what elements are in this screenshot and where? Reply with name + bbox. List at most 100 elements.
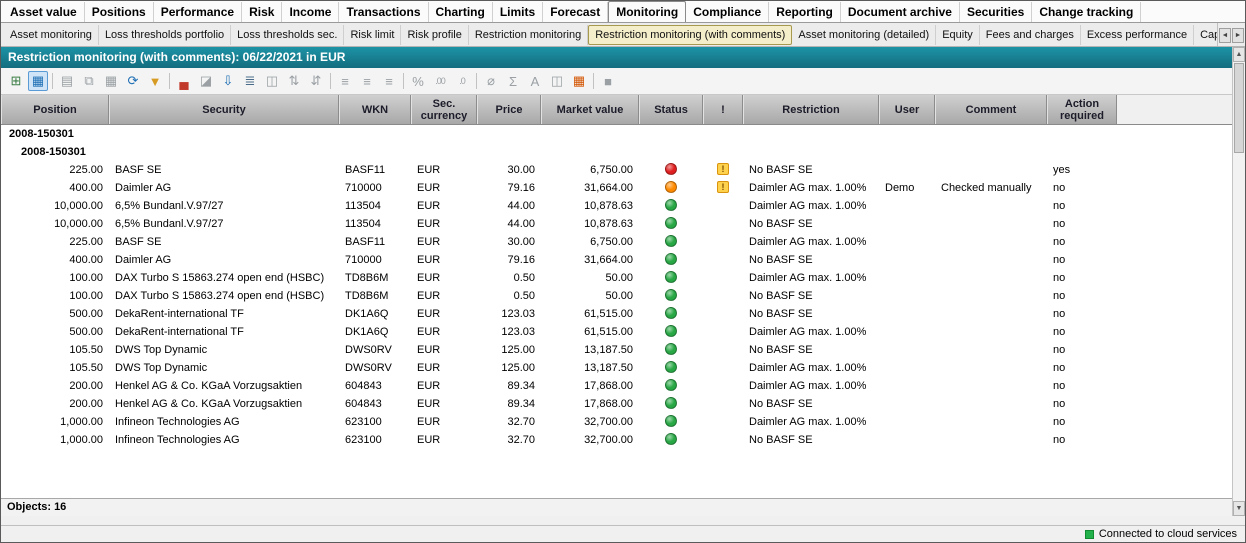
- column-header-comment[interactable]: Comment: [935, 95, 1047, 124]
- zero-values-icon[interactable]: ⌀: [481, 71, 501, 91]
- sort-desc-icon[interactable]: ⇵: [306, 71, 326, 91]
- area-chart-icon[interactable]: ◪: [196, 71, 216, 91]
- column-header-currency[interactable]: Sec. currency: [411, 95, 477, 124]
- sub-tab-loss-thresholds-sec[interactable]: Loss thresholds sec.: [231, 25, 344, 45]
- cell-currency: EUR: [411, 215, 477, 233]
- sub-tab-restriction-monitoring-with-comments[interactable]: Restriction monitoring (with comments): [588, 25, 792, 45]
- cell-action: no: [1047, 395, 1117, 413]
- cell-restriction: Daimler AG max. 1.00%: [743, 377, 879, 395]
- sub-tab-risk-profile[interactable]: Risk profile: [401, 25, 468, 45]
- table-row[interactable]: 1,000.00Infineon Technologies AG623100EU…: [1, 413, 1232, 431]
- vertical-scrollbar[interactable]: ▲ ▼: [1232, 47, 1245, 516]
- tab-forecast[interactable]: Forecast: [543, 2, 608, 22]
- tab-charting[interactable]: Charting: [429, 2, 493, 22]
- tab-transactions[interactable]: Transactions: [339, 2, 428, 22]
- column-header-market_value[interactable]: Market value: [541, 95, 639, 124]
- scroll-down-icon[interactable]: ▼: [1233, 501, 1245, 516]
- table-row[interactable]: 10,000.006,5% Bundanl.V.97/27113504EUR44…: [1, 197, 1232, 215]
- table-row[interactable]: 400.00Daimler AG710000EUR79.1631,664.00!…: [1, 179, 1232, 197]
- freeze-pane-icon[interactable]: ◫: [547, 71, 567, 91]
- refresh-icon[interactable]: ⟳: [123, 71, 143, 91]
- column-header-warning[interactable]: !: [703, 95, 743, 124]
- sub-tab-asset-monitoring[interactable]: Asset monitoring: [4, 25, 99, 45]
- tab-securities[interactable]: Securities: [960, 2, 1032, 22]
- status-green-indicator-icon: [665, 235, 677, 247]
- sub-tab-fees-and-charges[interactable]: Fees and charges: [980, 25, 1081, 45]
- table-row[interactable]: 10,000.006,5% Bundanl.V.97/27113504EUR44…: [1, 215, 1232, 233]
- column-header-price[interactable]: Price: [477, 95, 541, 124]
- decimal-decrease-icon[interactable]: .0: [452, 71, 472, 91]
- table-row[interactable]: 500.00DekaRent-international TFDK1A6QEUR…: [1, 323, 1232, 341]
- tab-reporting[interactable]: Reporting: [769, 2, 841, 22]
- scrollbar-thumb[interactable]: [1234, 63, 1244, 153]
- column-header-position[interactable]: Position: [1, 95, 109, 124]
- column-header-status[interactable]: Status: [639, 95, 703, 124]
- table-row[interactable]: 105.50DWS Top DynamicDWS0RVEUR125.0013,1…: [1, 359, 1232, 377]
- sub-tab-scroll-left-icon[interactable]: ◄: [1219, 28, 1231, 43]
- cell-user: [879, 287, 935, 305]
- sub-tab-equity[interactable]: Equity: [936, 25, 980, 45]
- export-grid-icon[interactable]: ▤: [57, 71, 77, 91]
- tab-risk[interactable]: Risk: [242, 2, 282, 22]
- chart-view-icon[interactable]: ▦: [28, 71, 48, 91]
- sub-tab-scroll-right-icon[interactable]: ►: [1232, 28, 1244, 43]
- column-header-security[interactable]: Security: [109, 95, 339, 124]
- sub-tab-loss-thresholds-portfolio[interactable]: Loss thresholds portfolio: [99, 25, 231, 45]
- copy-grid-icon[interactable]: ⧉: [79, 71, 99, 91]
- table-row[interactable]: 100.00DAX Turbo S 15863.274 open end (HS…: [1, 269, 1232, 287]
- tab-monitoring[interactable]: Monitoring: [608, 1, 686, 23]
- table-row[interactable]: 225.00BASF SEBASF11EUR30.006,750.00Daiml…: [1, 233, 1232, 251]
- cell-position: 100.00: [1, 287, 109, 305]
- bar-chart-icon[interactable]: ▄: [174, 71, 194, 91]
- tab-change-tracking[interactable]: Change tracking: [1032, 2, 1141, 22]
- scrollbar-track[interactable]: [1233, 154, 1245, 501]
- tab-asset-value[interactable]: Asset value: [3, 2, 85, 22]
- calendar-icon[interactable]: ▦: [101, 71, 121, 91]
- filter-edit-icon[interactable]: ▼: [145, 71, 165, 91]
- table-row[interactable]: 200.00Henkel AG & Co. KGaA Vorzugsaktien…: [1, 395, 1232, 413]
- percent-icon[interactable]: %: [408, 71, 428, 91]
- column-header-action[interactable]: Action required: [1047, 95, 1117, 124]
- cell-comment: [935, 215, 1047, 233]
- align-center-icon[interactable]: ≡: [357, 71, 377, 91]
- font-icon[interactable]: A: [525, 71, 545, 91]
- tab-document-archive[interactable]: Document archive: [841, 2, 960, 22]
- sub-tab-excess-performance[interactable]: Excess performance: [1081, 25, 1194, 45]
- cell-price: 125.00: [477, 341, 541, 359]
- table-row[interactable]: 105.50DWS Top DynamicDWS0RVEUR125.0013,1…: [1, 341, 1232, 359]
- column-header-user[interactable]: User: [879, 95, 935, 124]
- table-row[interactable]: 200.00Henkel AG & Co. KGaA Vorzugsaktien…: [1, 377, 1232, 395]
- column-header-wkn[interactable]: WKN: [339, 95, 411, 124]
- hierarchy-icon[interactable]: ≣: [240, 71, 260, 91]
- cell-warning: [703, 233, 743, 251]
- table-row[interactable]: 400.00Daimler AG710000EUR79.1631,664.00N…: [1, 251, 1232, 269]
- table-import-icon[interactable]: ⊞: [6, 71, 26, 91]
- decimal-increase-icon[interactable]: .00: [430, 71, 450, 91]
- table-row[interactable]: 500.00DekaRent-international TFDK1A6QEUR…: [1, 305, 1232, 323]
- sub-tab-risk-limit[interactable]: Risk limit: [344, 25, 401, 45]
- cell-currency: EUR: [411, 377, 477, 395]
- cell-action: no: [1047, 251, 1117, 269]
- tab-compliance[interactable]: Compliance: [686, 2, 769, 22]
- column-header-restriction[interactable]: Restriction: [743, 95, 879, 124]
- align-right-icon[interactable]: ≡: [379, 71, 399, 91]
- sub-tab-asset-monitoring-detailed[interactable]: Asset monitoring (detailed): [792, 25, 936, 45]
- main-tab-bar: Asset valuePositionsPerformanceRiskIncom…: [1, 1, 1245, 23]
- table-row[interactable]: 1,000.00Infineon Technologies AG623100EU…: [1, 431, 1232, 449]
- table-row[interactable]: 100.00DAX Turbo S 15863.274 open end (HS…: [1, 287, 1232, 305]
- open-chart-icon[interactable]: ▦: [569, 71, 589, 91]
- sum-icon[interactable]: Σ: [503, 71, 523, 91]
- tab-performance[interactable]: Performance: [154, 2, 242, 22]
- tab-limits[interactable]: Limits: [493, 2, 543, 22]
- tab-positions[interactable]: Positions: [85, 2, 154, 22]
- cell-user: [879, 341, 935, 359]
- align-left-icon[interactable]: ≡: [335, 71, 355, 91]
- sub-tab-restriction-monitoring[interactable]: Restriction monitoring: [469, 25, 588, 45]
- stop-icon[interactable]: ■: [598, 71, 618, 91]
- download-icon[interactable]: ⇩: [218, 71, 238, 91]
- columns-icon[interactable]: ◫: [262, 71, 282, 91]
- sort-asc-icon[interactable]: ⇅: [284, 71, 304, 91]
- table-row[interactable]: 225.00BASF SEBASF11EUR30.006,750.00!No B…: [1, 161, 1232, 179]
- scroll-up-icon[interactable]: ▲: [1233, 47, 1245, 62]
- tab-income[interactable]: Income: [282, 2, 339, 22]
